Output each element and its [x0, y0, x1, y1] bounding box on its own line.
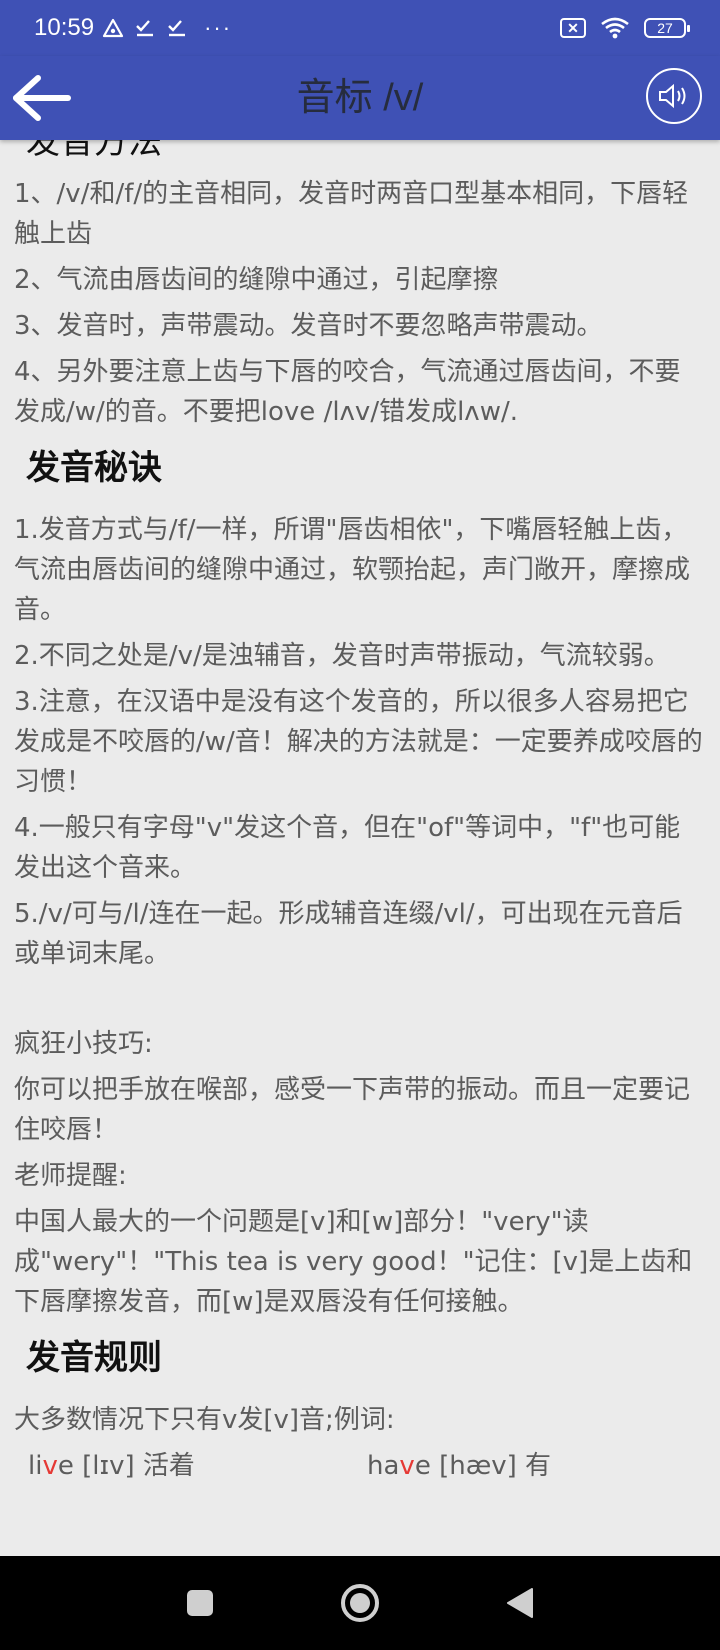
status-right-icons: ✕ 27: [560, 16, 690, 40]
example-words: live [lɪv] 活着 have [hæv] 有: [14, 1446, 706, 1486]
back-nav-button[interactable]: [440, 1556, 600, 1650]
teacher-label: 老师提醒:: [14, 1161, 127, 1191]
status-time: 10:59: [34, 14, 95, 41]
alert-triangle-icon: [102, 18, 124, 38]
section-title-rules: 发音规则: [26, 1338, 162, 1378]
nav-square-icon: [187, 1590, 213, 1616]
secret-item-4: 4.一般只有字母"v"发这个音，但在"of"等词中，"f"也可能发出这个音来。: [14, 813, 681, 883]
nav-circle-icon: [341, 1584, 379, 1622]
example-word-live[interactable]: live [lɪv] 活着: [28, 1446, 367, 1486]
status-bar: 10:59 ··· ✕ 27: [0, 0, 720, 56]
page-title: 音标 /v/: [296, 77, 424, 119]
tips-text: 你可以把手放在喉部，感受一下声带的振动。而且一定要记住咬唇！: [14, 1075, 691, 1145]
section-title-secrets: 发音秘诀: [26, 448, 162, 488]
method-item-3: 3、发音时，声带震动。发音时不要忽略声带震动。: [14, 311, 603, 341]
check-list-icon: [136, 20, 154, 37]
more-notifications-icon: ···: [204, 15, 233, 40]
recents-button[interactable]: [120, 1556, 280, 1650]
tips-label: 疯狂小技巧:: [14, 1029, 153, 1059]
main-content[interactable]: 发音方法 1、/v/和/f/的主音相同，发音时两音口型基本相同，下唇轻触上齿 2…: [0, 140, 720, 1556]
secret-item-2: 2.不同之处是/v/是浊辅音，发音时声带振动，气流较弱。: [14, 641, 670, 671]
nav-triangle-icon: [507, 1588, 533, 1618]
method-item-2: 2、气流由唇齿间的缝隙中通过，引起摩擦: [14, 265, 499, 295]
system-nav-bar: [0, 1556, 720, 1650]
teacher-text: 中国人最大的一个问题是[v]和[w]部分！"very"读成"wery"！"Thi…: [14, 1207, 693, 1317]
method-item-4: 4、另外要注意上齿与下唇的咬合，气流通过唇齿间，不要发成/w/的音。不要把lov…: [14, 357, 681, 427]
play-sound-button[interactable]: [646, 68, 702, 124]
section-title-method: 发音方法: [26, 140, 162, 162]
secret-item-3: 3.注意，在汉语中是没有这个发音的，所以很多人容易把它发成是不咬唇的/w/音！解…: [14, 687, 703, 797]
status-left-icons: ···: [102, 15, 232, 41]
wifi-icon: [601, 17, 629, 39]
check-list-icon: [168, 20, 186, 37]
secret-item-1: 1.发音方式与/f/一样，所谓"唇齿相依"，下嘴唇轻触上齿，气流由唇齿间的缝隙中…: [14, 515, 691, 625]
speaker-icon: [659, 83, 686, 109]
method-item-1: 1、/v/和/f/的主音相同，发音时两音口型基本相同，下唇轻触上齿: [14, 179, 689, 249]
secret-item-5: 5./v/可与/l/连在一起。形成辅音连缀/vl/，可出现在元音后或单词末尾。: [14, 899, 683, 969]
battery-icon: 27: [644, 18, 690, 38]
home-button[interactable]: [280, 1556, 440, 1650]
rule-text: 大多数情况下只有v发[v]音;例词:: [14, 1405, 395, 1435]
no-sim-icon: ✕: [560, 18, 586, 38]
app-bar: 音标 /v/: [0, 56, 720, 140]
example-word-have[interactable]: have [hæv] 有: [367, 1446, 706, 1486]
